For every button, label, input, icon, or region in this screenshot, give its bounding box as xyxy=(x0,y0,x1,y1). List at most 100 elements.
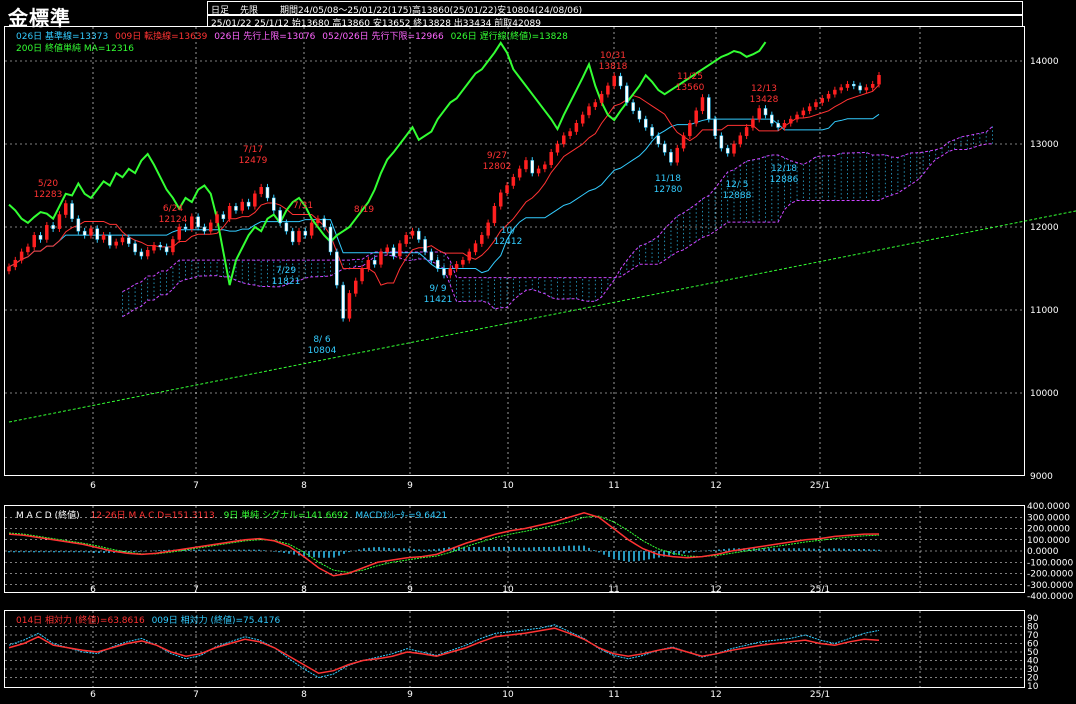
candle-body xyxy=(852,83,856,87)
candle-body xyxy=(246,201,251,207)
candle-body xyxy=(669,152,673,163)
x-tick-label: 8 xyxy=(301,481,307,491)
macd-signal-line xyxy=(8,515,880,573)
candle-body xyxy=(637,110,642,120)
candle-body xyxy=(290,230,295,243)
candle-body xyxy=(171,239,175,253)
annotation-date: 12/ 5 xyxy=(725,180,748,190)
y-tick-label: 9000 xyxy=(1030,472,1053,482)
annotation-date: 11/25 xyxy=(677,72,703,82)
annotation-date: 12/13 xyxy=(751,84,777,94)
rsi-x-tick-label: 7 xyxy=(193,690,199,700)
candle-body xyxy=(492,206,497,224)
macd-x-tick-label: 6 xyxy=(90,585,96,595)
annotation-date: 9/ 9 xyxy=(429,284,447,294)
candle-body xyxy=(133,243,137,253)
candle-body xyxy=(19,251,24,261)
candle-body xyxy=(379,251,383,265)
candle-body xyxy=(707,97,711,120)
rsi-x-tick-label: 8 xyxy=(301,690,307,700)
candle-body xyxy=(341,284,345,319)
candle-body xyxy=(164,246,169,253)
macd-y-tick-label: 0.0000 xyxy=(1027,547,1059,557)
y-tick-label: 14000 xyxy=(1030,57,1059,67)
candle-body xyxy=(524,160,528,170)
candle-body xyxy=(625,85,629,103)
candle-body xyxy=(114,241,118,246)
candle-body xyxy=(549,152,553,166)
candle-body xyxy=(120,237,125,243)
candle-body xyxy=(656,135,661,145)
candle-body xyxy=(360,268,364,282)
candle-body xyxy=(694,110,698,124)
rsi-x-tick-label: 12 xyxy=(710,690,721,700)
candle-body xyxy=(95,228,100,240)
candle-body xyxy=(347,293,352,319)
annotation-value: 11421 xyxy=(424,295,453,305)
annotation-date: 7/29 xyxy=(276,266,296,276)
candle-body xyxy=(770,114,774,124)
rsi14-line xyxy=(8,627,880,675)
rsi-x-tick-label: 9 xyxy=(407,690,413,700)
annotation-date: 7/17 xyxy=(243,145,263,155)
candle-body xyxy=(587,106,591,116)
macd-x-tick-label: 12 xyxy=(710,585,721,595)
candle-body xyxy=(404,235,408,244)
candle-body xyxy=(335,251,339,286)
candle-body xyxy=(177,226,181,240)
candle-body xyxy=(448,268,453,276)
candle-body xyxy=(486,222,490,236)
x-tick-label: 6 xyxy=(90,481,96,491)
candle-body xyxy=(606,85,610,95)
candle-body xyxy=(480,235,484,244)
macd-x-tick-label: 25/1 xyxy=(810,585,830,595)
macd-x-tick-label: 11 xyxy=(608,585,619,595)
candle-body xyxy=(284,222,289,232)
annotation-value: 11821 xyxy=(272,277,301,287)
candle-body xyxy=(108,235,112,246)
candle-body xyxy=(278,210,282,224)
candle-body xyxy=(864,87,869,91)
candle-body xyxy=(51,225,55,229)
candle-body xyxy=(328,226,333,253)
annotation-date: 8/19 xyxy=(354,205,374,215)
x-tick-label: 7 xyxy=(193,481,199,491)
candle-body xyxy=(675,147,680,163)
candle-body xyxy=(234,206,238,211)
y-tick-label: 11000 xyxy=(1030,306,1059,316)
candle-body xyxy=(751,118,755,128)
candle-body xyxy=(145,249,150,257)
candle-body xyxy=(202,226,207,232)
candle-body xyxy=(858,85,862,91)
candle-body xyxy=(801,110,806,116)
candle-body xyxy=(612,75,616,87)
candle-body xyxy=(568,131,572,136)
candle-body xyxy=(505,185,509,194)
candle-body xyxy=(240,201,245,211)
candle-body xyxy=(877,75,881,85)
candle-body xyxy=(744,127,749,136)
candle-body xyxy=(221,214,226,219)
candle-body xyxy=(643,118,648,128)
candle-body xyxy=(454,264,459,269)
candle-body xyxy=(429,251,434,261)
x-tick-label: 12 xyxy=(710,481,721,491)
candle-body xyxy=(725,147,730,154)
annotation-date: 10/ xyxy=(501,226,516,236)
candle-body xyxy=(391,247,396,257)
candle-body xyxy=(498,192,503,207)
candle-body xyxy=(297,230,301,243)
candle-body xyxy=(530,160,535,174)
candle-body xyxy=(435,259,440,269)
candle-body xyxy=(259,186,263,195)
candle-body xyxy=(101,235,106,240)
candle-body xyxy=(208,222,213,232)
candle-body xyxy=(650,127,654,136)
macd-line xyxy=(8,511,880,577)
candle-body xyxy=(442,268,446,276)
y-tick-label: 12000 xyxy=(1030,223,1059,233)
candle-body xyxy=(316,218,320,224)
candle-body xyxy=(826,93,831,99)
annotation-date: 12/18 xyxy=(771,164,797,174)
candle-body xyxy=(820,98,825,103)
